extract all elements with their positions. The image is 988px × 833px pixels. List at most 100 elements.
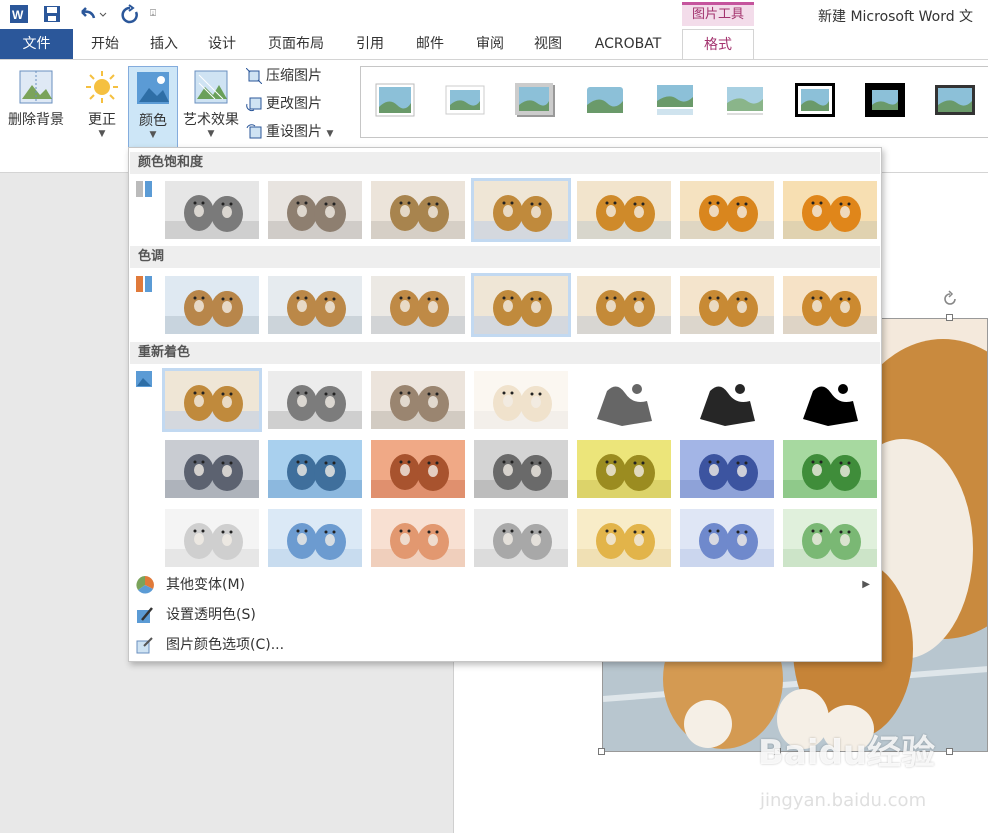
resize-handle-bottom-left[interactable] <box>598 748 605 755</box>
puppy-thumbnail-icon <box>577 371 671 429</box>
tone-icon <box>135 275 153 293</box>
puppy-thumbnail-icon <box>783 371 877 429</box>
remove-background-label: 删除背景 <box>8 112 64 128</box>
saturation-option[interactable] <box>371 181 465 239</box>
tab-page-layout[interactable]: 页面布局 <box>258 29 334 59</box>
tone-option[interactable] <box>680 276 774 334</box>
tab-file[interactable]: 文件 <box>0 29 73 59</box>
picture-style-reflected[interactable] <box>655 83 695 117</box>
picture-color-options-item[interactable]: 图片颜色选项(C)... <box>130 631 880 659</box>
recolor-option[interactable] <box>268 509 362 567</box>
puppy-thumbnail-icon <box>474 371 568 429</box>
puppy-thumbnail-icon <box>577 440 671 498</box>
picture-style-soft-frame[interactable] <box>445 83 485 117</box>
reset-picture-label: 重设图片 <box>266 124 322 140</box>
puppy-thumbnail-icon <box>680 509 774 567</box>
tab-design[interactable]: 设计 <box>198 29 246 59</box>
ribbon-tab-bar: 文件 开始 插入 设计 页面布局 引用 邮件 审阅 视图 ACROBAT 格式 <box>0 29 988 60</box>
color-button[interactable]: 颜色 ▼ <box>128 66 178 150</box>
reset-picture-button[interactable]: 重设图片 ▼ <box>246 121 333 143</box>
recolor-icon <box>135 370 153 388</box>
recolor-option[interactable] <box>783 509 877 567</box>
recolor-option[interactable] <box>783 371 877 429</box>
tone-option[interactable] <box>165 276 259 334</box>
saturation-option[interactable] <box>471 178 571 242</box>
corrections-button[interactable]: 更正 ▼ <box>78 66 126 146</box>
recolor-option[interactable] <box>577 371 671 429</box>
recolor-option[interactable] <box>165 509 259 567</box>
picture-style-simple-frame[interactable] <box>375 83 415 117</box>
tone-option[interactable] <box>268 276 362 334</box>
color-label: 颜色 <box>139 113 167 129</box>
recolor-option[interactable] <box>680 371 774 429</box>
saturation-option[interactable] <box>268 181 362 239</box>
recolor-option[interactable] <box>268 440 362 498</box>
resize-handle-top[interactable] <box>946 314 953 321</box>
tab-format[interactable]: 格式 <box>682 29 754 59</box>
artistic-effects-button[interactable]: 艺术效果 ▼ <box>180 66 242 146</box>
rotate-handle-icon[interactable] <box>940 289 960 309</box>
reset-picture-icon <box>246 124 262 140</box>
tab-view[interactable]: 视图 <box>524 29 572 59</box>
resize-handle-bottom-right[interactable] <box>946 748 953 755</box>
saturation-option[interactable] <box>680 181 774 239</box>
tone-option[interactable] <box>371 276 465 334</box>
recolor-option[interactable] <box>783 440 877 498</box>
tab-references[interactable]: 引用 <box>346 29 394 59</box>
recolor-option[interactable] <box>577 440 671 498</box>
customize-qat-icon[interactable]: ⍗ <box>150 4 164 24</box>
saturation-option[interactable] <box>783 181 877 239</box>
recolor-option[interactable] <box>680 440 774 498</box>
more-variations-item[interactable]: 其他变体(M) ▶ <box>130 571 880 599</box>
tab-mailings[interactable]: 邮件 <box>406 29 454 59</box>
puppy-thumbnail-icon <box>268 276 362 334</box>
puppy-thumbnail-icon <box>474 509 568 567</box>
tab-home[interactable]: 开始 <box>80 29 130 59</box>
picture-style-metal[interactable] <box>935 83 975 117</box>
saturation-option[interactable] <box>577 181 671 239</box>
recolor-option[interactable] <box>577 509 671 567</box>
puppy-thumbnail-icon <box>165 371 259 429</box>
recolor-option[interactable] <box>474 371 568 429</box>
save-icon[interactable] <box>42 4 62 24</box>
recolor-option[interactable] <box>165 440 259 498</box>
saturation-option[interactable] <box>165 181 259 239</box>
picture-style-black-frame[interactable] <box>795 83 835 117</box>
picture-style-thick-black[interactable] <box>865 83 905 117</box>
remove-background-button[interactable]: 删除背景 <box>2 66 70 146</box>
tab-review[interactable]: 审阅 <box>466 29 514 59</box>
picture-style-soft-edge[interactable] <box>725 83 765 117</box>
tab-insert[interactable]: 插入 <box>140 29 188 59</box>
puppy-thumbnail-icon <box>268 440 362 498</box>
recolor-option[interactable] <box>162 368 262 432</box>
change-picture-button[interactable]: 更改图片 <box>246 93 322 115</box>
recolor-section-header: 重新着色 <box>130 342 880 364</box>
puppy-thumbnail-icon <box>577 509 671 567</box>
picture-style-rounded[interactable] <box>585 83 625 117</box>
redo-icon[interactable] <box>120 4 142 24</box>
recolor-option[interactable] <box>474 509 568 567</box>
puppy-thumbnail-icon <box>371 181 465 239</box>
recolor-option[interactable] <box>371 440 465 498</box>
watermark-url: jingyan.baidu.com <box>760 790 927 811</box>
recolor-option[interactable] <box>680 509 774 567</box>
compress-pictures-button[interactable]: 压缩图片 <box>245 65 322 87</box>
recolor-option[interactable] <box>268 371 362 429</box>
remove-background-icon <box>18 69 54 105</box>
change-picture-icon <box>246 96 262 112</box>
tone-option[interactable] <box>783 276 877 334</box>
recolor-option[interactable] <box>371 509 465 567</box>
puppy-thumbnail-icon <box>783 440 877 498</box>
tab-acrobat[interactable]: ACROBAT <box>584 29 672 59</box>
undo-icon[interactable] <box>76 4 108 24</box>
picture-style-shadow[interactable] <box>515 83 555 117</box>
puppy-thumbnail-icon <box>165 181 259 239</box>
word-app-icon[interactable]: W <box>8 4 32 24</box>
set-transparent-color-item[interactable]: 设置透明色(S) <box>130 601 880 629</box>
tone-option[interactable] <box>577 276 671 334</box>
more-variations-label: 其他变体(M) <box>166 577 246 593</box>
tone-option[interactable] <box>471 273 571 337</box>
puppy-thumbnail-icon <box>165 509 259 567</box>
recolor-option[interactable] <box>474 440 568 498</box>
recolor-option[interactable] <box>371 371 465 429</box>
